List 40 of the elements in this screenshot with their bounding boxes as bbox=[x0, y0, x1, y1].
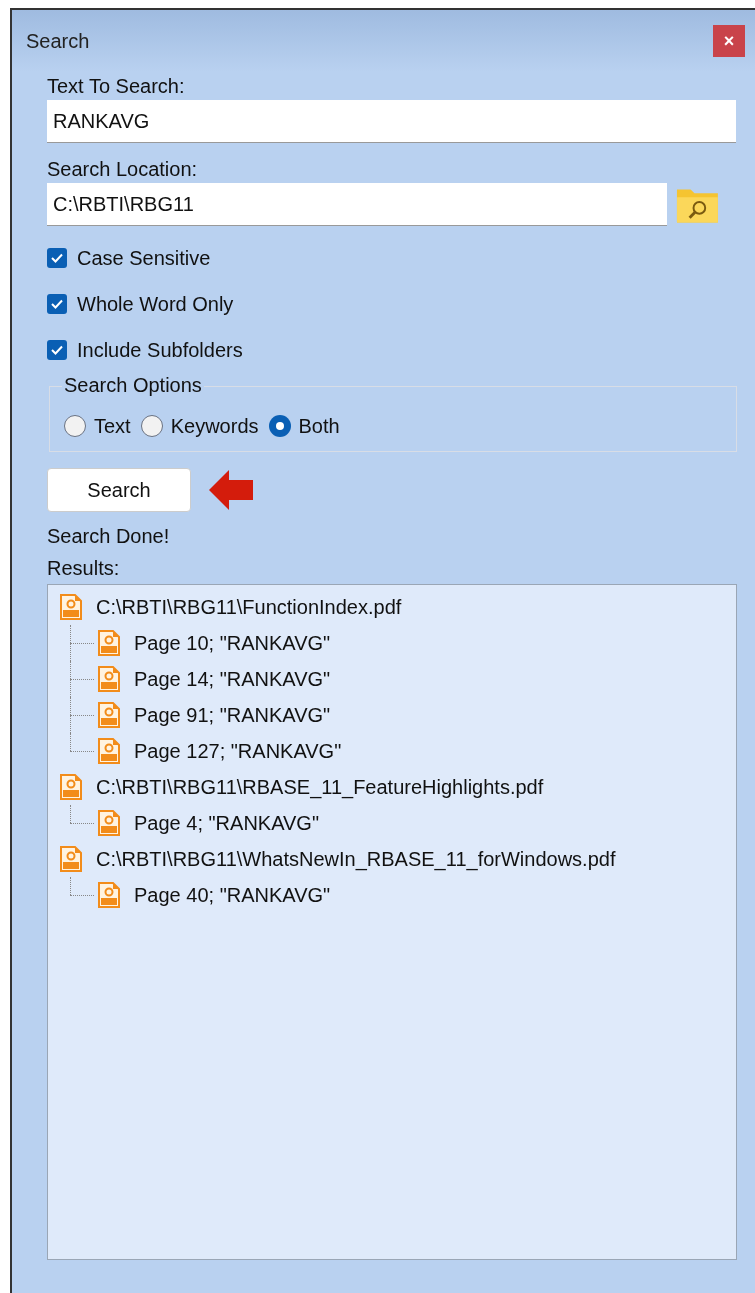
pdf-file-icon bbox=[98, 810, 120, 836]
checkbox-label: Include Subfolders bbox=[77, 337, 243, 363]
tree-item[interactable]: Page 91; "RANKAVG" bbox=[98, 700, 331, 730]
pdf-file-icon bbox=[60, 594, 82, 620]
checkbox[interactable] bbox=[47, 247, 67, 268]
arrow-icon bbox=[207, 468, 255, 512]
checkbox[interactable] bbox=[47, 339, 67, 360]
status-text: Search Done! bbox=[47, 524, 171, 549]
close-button[interactable]: × bbox=[713, 25, 745, 57]
pdf-file-icon bbox=[60, 846, 82, 872]
radio-button[interactable] bbox=[140, 415, 163, 437]
tree-item[interactable]: C:\RBTI\RBG11\RBASE_11_FeatureHighlights.pdf bbox=[60, 769, 736, 805]
text-field[interactable]: RANKAVG bbox=[47, 100, 736, 143]
tree-item[interactable]: C:\RBTI\RBG11\WhatsNewIn_RBASE_11_forWindows.pdf bbox=[60, 841, 736, 877]
pdf-file-icon bbox=[98, 702, 120, 728]
search-button[interactable]: Search bbox=[47, 468, 191, 512]
tree-item[interactable]: Page 127; "RANKAVG" bbox=[98, 736, 342, 766]
window-title: Search bbox=[26, 29, 90, 54]
tree-item[interactable]: Page 40; "RANKAVG" bbox=[98, 880, 331, 910]
location-field[interactable]: C:\RBTI\RBG11 bbox=[47, 183, 668, 226]
pdf-file-icon bbox=[60, 774, 82, 800]
checkbox-label: Whole Word Only bbox=[77, 291, 234, 317]
results-label: Results: bbox=[47, 556, 121, 581]
checkbox[interactable] bbox=[47, 293, 67, 314]
tree-item[interactable]: Page 14; "RANKAVG" bbox=[98, 664, 331, 694]
tree-item[interactable]: C:\RBTI\RBG11\FunctionIndex.pdf bbox=[60, 589, 736, 625]
radio-label: Text bbox=[94, 414, 131, 439]
pdf-file-icon bbox=[98, 738, 120, 764]
radio-label: Both bbox=[298, 414, 340, 439]
tree-item[interactable]: Page 4; "RANKAVG" bbox=[98, 808, 320, 838]
radio-label: Keywords bbox=[170, 414, 259, 439]
pdf-file-icon bbox=[98, 882, 120, 908]
radio-button[interactable] bbox=[64, 415, 86, 437]
field-label: Search Location: bbox=[47, 157, 199, 182]
pdf-file-icon bbox=[98, 666, 120, 692]
checkbox-label: Case Sensitive bbox=[77, 245, 211, 271]
radio-button[interactable] bbox=[268, 415, 291, 437]
tree-item[interactable]: Page 10; "RANKAVG" bbox=[98, 628, 331, 658]
pdf-file-icon bbox=[98, 630, 120, 656]
field-label: Text To Search: bbox=[47, 74, 186, 99]
